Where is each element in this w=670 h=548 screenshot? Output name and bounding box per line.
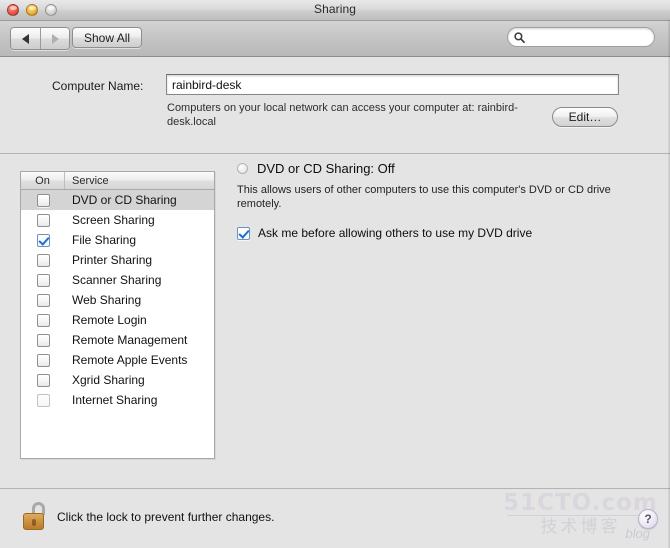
services-table[interactable]: On Service DVD or CD Sharing Screen Shari… [20,171,215,459]
edit-button[interactable]: Edit… [552,107,618,127]
service-enable-checkbox[interactable] [36,273,50,287]
window-title: Sharing [313,2,357,16]
service-row-on-cell [21,253,65,267]
service-enable-checkbox[interactable] [36,313,50,327]
service-enable-checkbox[interactable] [36,393,50,407]
service-row-on-cell [21,313,65,327]
ask-before-allowing-row[interactable]: Ask me before allowing others to use my … [237,226,532,240]
service-name-label: Internet Sharing [72,393,158,407]
service-row[interactable]: Remote Management [21,330,214,350]
status-off-indicator-icon [237,163,248,174]
service-row[interactable]: Printer Sharing [21,250,214,270]
padlock-body [23,513,44,530]
service-row-on-cell [21,333,65,347]
back-arrow-icon [22,33,29,44]
service-row[interactable]: Remote Login [21,310,214,330]
service-enable-checkbox[interactable] [36,253,50,267]
service-description: This allows users of other computers to … [237,184,611,210]
column-header-service: Service [72,174,109,187]
title-bar: Sharing [0,0,670,21]
services-table-header: On Service [21,172,214,190]
service-enable-checkbox[interactable] [36,373,50,387]
service-name-label: File Sharing [72,233,137,247]
search-icon [514,31,525,43]
column-header-on: On [21,172,65,189]
forward-button[interactable] [40,28,69,49]
service-name-label: Web Sharing [72,293,142,307]
show-all-label: Show All [84,30,131,45]
service-name-label: Xgrid Sharing [72,373,145,387]
service-name-label: Remote Login [72,313,147,327]
service-row-on-cell [21,273,65,287]
service-name-label: DVD or CD Sharing [72,193,177,207]
lock-hint-text: Click the lock to prevent further change… [57,510,275,524]
service-row[interactable]: Web Sharing [21,290,214,310]
help-button[interactable]: ? [638,509,658,529]
service-row-on-cell [21,213,65,227]
forward-arrow-icon [51,33,59,44]
computer-name-field[interactable] [166,74,619,95]
service-row-on-cell [21,373,65,387]
service-row[interactable]: Remote Apple Events [21,350,214,370]
help-button-label: ? [644,512,652,526]
service-name-label: Printer Sharing [72,253,153,267]
service-row[interactable]: DVD or CD Sharing [21,190,214,210]
service-row-on-cell [21,193,65,207]
computer-name-section: Computer Name: Computers on your local n… [0,57,670,154]
computer-name-hint: Computers on your local network can acce… [167,102,518,128]
service-status-row: DVD or CD Sharing: Off [237,161,395,176]
service-row[interactable]: File Sharing [21,230,214,250]
toolbar: Show All [0,21,670,57]
service-row-on-cell [21,353,65,367]
ask-before-allowing-checkbox[interactable] [237,226,250,240]
search-input[interactable] [528,31,646,43]
ask-before-allowing-label: Ask me before allowing others to use my … [258,226,533,240]
main-content: On Service DVD or CD Sharing Screen Shari… [0,154,670,488]
watermark: 51CTO.com 技术博客 blog [503,491,658,543]
watermark-line1: 51CTO.com [503,490,658,516]
edit-button-label: Edit… [568,110,602,124]
unlocked-padlock-icon[interactable] [23,502,49,532]
service-enable-checkbox[interactable] [36,333,50,347]
search-field[interactable] [507,27,655,47]
service-enable-checkbox[interactable] [36,353,50,367]
service-enable-checkbox[interactable] [36,293,50,307]
bottom-bar: Click the lock to prevent further change… [0,488,670,548]
service-row[interactable]: Xgrid Sharing [21,370,214,390]
watermark-line2: 技术博客 [540,517,621,537]
service-status-text: DVD or CD Sharing: Off [257,161,395,176]
navigation-segmented-control [10,27,70,50]
service-enable-checkbox[interactable] [36,213,50,227]
computer-name-input[interactable] [167,75,618,94]
service-enable-checkbox[interactable] [36,233,50,247]
service-enable-checkbox[interactable] [36,193,50,207]
service-name-label: Remote Management [72,333,188,347]
watermark-rule [507,515,654,516]
service-row-on-cell [21,293,65,307]
back-button[interactable] [11,28,40,49]
show-all-button[interactable]: Show All [72,27,143,48]
service-row[interactable]: Scanner Sharing [21,270,214,290]
computer-name-label: Computer Name: [52,79,144,93]
service-name-label: Screen Sharing [72,213,155,227]
services-table-body: DVD or CD Sharing Screen Sharing File Shar… [21,190,214,410]
service-name-label: Remote Apple Events [72,353,188,367]
service-row[interactable]: Screen Sharing [21,210,214,230]
service-row-on-cell [21,233,65,247]
service-name-label: Scanner Sharing [72,273,162,287]
sharing-preferences-window: Sharing Show All Computer Name: rainbird… [0,0,670,548]
service-row-on-cell [21,393,65,407]
service-row[interactable]: Internet Sharing [21,390,214,410]
